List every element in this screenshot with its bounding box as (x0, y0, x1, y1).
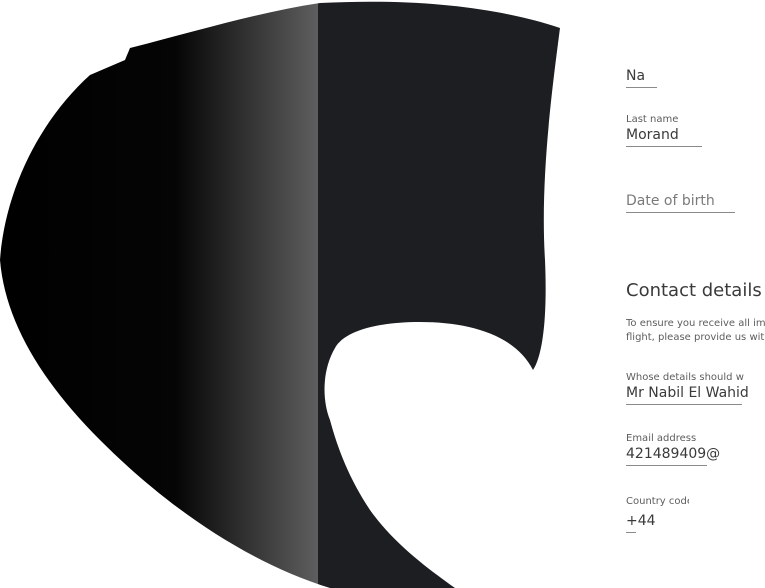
whose-details-underline (626, 404, 742, 405)
last-name-underline (626, 146, 702, 147)
contact-details-heading: Contact details (626, 280, 762, 301)
date-of-birth-underline (626, 212, 735, 213)
contact-details-note: To ensure you receive all im flight, ple… (626, 317, 765, 345)
email-field[interactable]: Email address 421489409@ (626, 433, 723, 466)
country-code-field[interactable]: Country code +44 (626, 496, 689, 533)
last-name-field[interactable]: Last name Morand (626, 114, 702, 147)
first-name-field[interactable]: Na (626, 67, 657, 88)
artwork-dark-panel (318, 1, 560, 588)
last-name-value: Morand (626, 127, 679, 143)
date-of-birth-placeholder: Date of birth (626, 193, 715, 209)
last-name-label: Last name (626, 114, 679, 125)
booking-page: Na Last name Morand Date of birth Contac… (0, 0, 765, 588)
passenger-form: Na Last name Morand Date of birth Contac… (626, 0, 765, 588)
country-code-label: Country code (626, 496, 689, 507)
decorative-speedmarque-artwork (0, 1, 560, 588)
date-of-birth-field[interactable]: Date of birth (626, 192, 735, 213)
first-name-underline (626, 87, 657, 88)
contact-note-line-2: flight, please provide us with (626, 332, 765, 343)
email-label: Email address (626, 433, 697, 444)
contact-note-line-1: To ensure you receive all im (626, 318, 765, 329)
whose-details-select[interactable]: Whose details should we use Mr Nabil El … (626, 372, 750, 405)
whose-details-label: Whose details should we use (626, 372, 744, 383)
artwork-gradient-panel (0, 1, 318, 588)
whose-details-value: Mr Nabil El Wahidi (626, 385, 750, 401)
email-underline (626, 465, 707, 466)
first-name-value: Na (626, 68, 644, 84)
country-code-underline (626, 532, 636, 533)
email-value: 421489409@ (626, 446, 721, 462)
country-code-value: +44 (626, 513, 656, 529)
